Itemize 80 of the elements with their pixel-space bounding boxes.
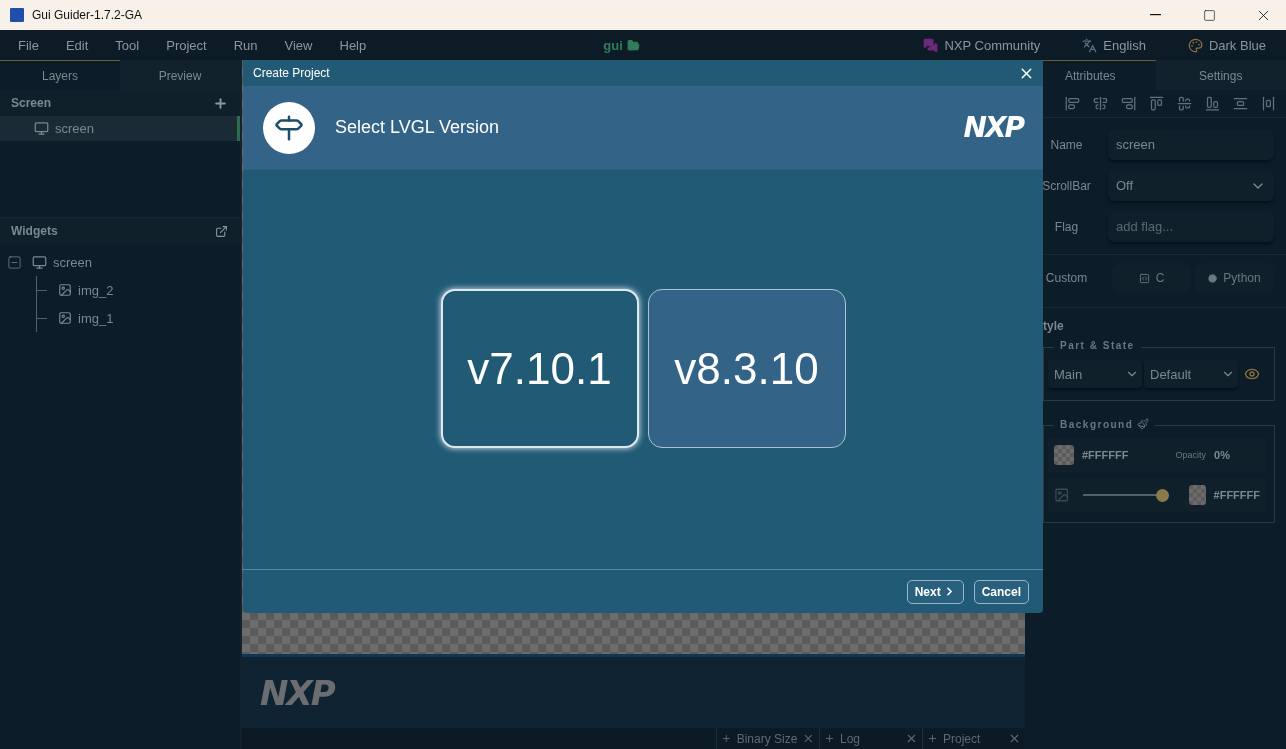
group-title-text: Background <box>1060 418 1134 430</box>
field-label: Flag <box>1053 219 1080 234</box>
field-label: Name <box>1049 137 1084 152</box>
scrollbar-select[interactable]: Off <box>1108 170 1274 201</box>
screen-item[interactable]: screen <box>0 116 240 141</box>
close-icon[interactable] <box>1008 732 1021 745</box>
cancel-button[interactable]: Cancel <box>973 579 1029 604</box>
section-title: Screen <box>11 96 52 110</box>
color-swatch[interactable] <box>1054 445 1074 465</box>
dialog-title: Create Project <box>253 66 330 80</box>
align-icon[interactable] <box>1177 96 1192 111</box>
image-icon <box>58 283 72 297</box>
part-select[interactable]: Main <box>1048 360 1142 388</box>
app-icon <box>10 8 24 22</box>
align-icon[interactable] <box>1261 96 1276 111</box>
image-icon[interactable] <box>1054 486 1070 504</box>
opacity-value: 0% <box>1214 449 1230 461</box>
align-icon[interactable] <box>1121 96 1136 111</box>
field-label: ScrollBar <box>1041 178 1092 193</box>
tree-item[interactable]: img_2 <box>78 282 114 298</box>
color-value: #FFFFFF <box>1213 489 1260 501</box>
signpost-icon <box>263 101 315 154</box>
monitor-icon <box>32 254 47 270</box>
dialog-heading: Select LVGL Version <box>335 117 501 138</box>
color-value: #FFFFFF <box>1082 449 1129 461</box>
opacity-label: Opacity <box>1175 450 1207 460</box>
dock-tab[interactable]: Binary Size <box>716 728 819 749</box>
tree-item[interactable]: img_1 <box>78 310 114 326</box>
section-title: Widgets <box>11 224 58 238</box>
add-icon[interactable] <box>213 95 228 111</box>
maximize-icon <box>1202 8 1216 22</box>
dock-tab[interactable]: Log <box>819 728 922 749</box>
panel-tab[interactable]: Settings <box>1155 60 1286 90</box>
version-card[interactable]: v7.10.1 <box>440 289 639 448</box>
custom-button[interactable]: C <box>1112 263 1191 293</box>
nxp-logo: NXP <box>963 111 1023 144</box>
align-icon[interactable] <box>1093 96 1108 111</box>
minimize-icon <box>1149 14 1161 16</box>
toolbar-link[interactable]: Dark Blue <box>1187 37 1266 53</box>
next-button[interactable]: Next <box>906 579 964 604</box>
monitor-icon <box>34 121 49 136</box>
code-icon <box>1138 272 1150 284</box>
paintbrush-icon <box>1137 418 1150 430</box>
menu-item[interactable]: File <box>8 37 56 53</box>
dot-icon <box>1208 273 1218 283</box>
window-title: Gui Guider-1.7.2-GA <box>32 8 144 22</box>
menu-item[interactable]: Tool <box>105 37 157 53</box>
name-field[interactable]: screen <box>1108 129 1274 160</box>
external-link-icon[interactable] <box>215 224 228 238</box>
field-label: Custom <box>1044 271 1089 285</box>
folder-icon[interactable] <box>626 38 640 52</box>
tree-item[interactable]: screen <box>53 254 93 270</box>
state-select[interactable]: Default <box>1144 360 1238 388</box>
close-icon[interactable] <box>905 732 918 745</box>
menu-item[interactable]: Run <box>223 37 275 53</box>
collapse-icon[interactable] <box>7 254 22 270</box>
chat-icon <box>923 37 939 53</box>
close-icon[interactable] <box>802 732 815 745</box>
panel-tab[interactable]: Preview <box>120 60 240 90</box>
eye-icon[interactable] <box>1244 366 1260 382</box>
align-icon[interactable] <box>1065 96 1080 111</box>
color-swatch[interactable] <box>1188 485 1206 505</box>
toolbar-link[interactable]: English <box>1082 37 1146 53</box>
palette-icon <box>1187 37 1203 53</box>
nxp-logo: NXP <box>260 672 334 713</box>
version-card[interactable]: v8.3.10 <box>647 289 846 448</box>
align-icon[interactable] <box>1205 96 1220 111</box>
project-name: gui <box>603 37 623 53</box>
menu-item[interactable]: View <box>274 37 330 53</box>
toolbar-link[interactable]: NXP Community <box>923 37 1041 53</box>
custom-button[interactable]: Python <box>1195 263 1274 293</box>
flag-field[interactable]: add flag... <box>1108 211 1274 242</box>
align-icon[interactable] <box>1149 96 1164 111</box>
translate-icon <box>1082 37 1098 53</box>
menu-item[interactable]: Edit <box>55 37 106 53</box>
align-icon[interactable] <box>1233 96 1248 111</box>
image-icon <box>58 311 72 325</box>
menu-item[interactable]: Help <box>329 37 384 53</box>
menu-item[interactable]: Project <box>156 37 224 53</box>
group-title: Part & State <box>1060 340 1135 351</box>
